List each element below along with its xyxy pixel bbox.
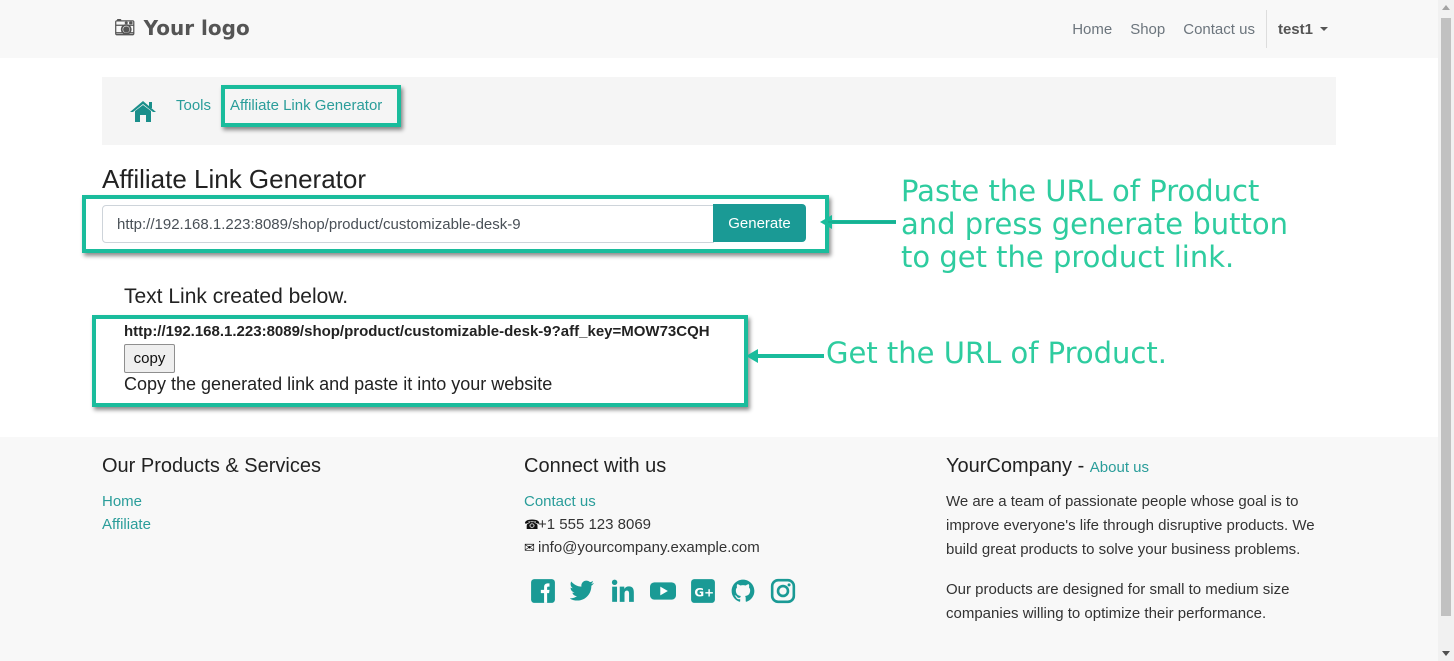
scroll-up-arrow-icon[interactable] [1442,5,1450,10]
copy-hint: Copy the generated link and paste it int… [124,374,553,394]
annotation-get: Get the URL of Product. [826,336,1167,370]
annotation-paste: Paste the URL of Product and press gener… [901,174,1288,274]
linkedin-icon[interactable] [610,578,636,604]
nav-home-link[interactable]: Home [1063,21,1121,38]
company-description: We are a team of passionate people whose… [946,493,1315,558]
scrollbar-thumb[interactable] [1441,18,1451,616]
breadcrumb-tools-link[interactable]: Tools [176,97,211,114]
top-navbar: 📷︎ Your logo Home Shop Contact us test1 [0,0,1438,58]
nav-divider [1265,10,1267,48]
copy-button[interactable]: copy [124,344,175,373]
breadcrumb: Tools Affiliate Link Generator [102,77,1336,145]
page-scrollbar[interactable] [1438,0,1454,661]
github-icon[interactable] [730,578,756,604]
nav-shop-link[interactable]: Shop [1121,21,1174,38]
phone-icon: ☎ [524,517,541,532]
generate-button[interactable]: Generate [713,204,806,242]
svg-text:G+: G+ [694,585,714,599]
footer-contact-link[interactable]: Contact us [524,490,760,513]
facebook-icon[interactable] [530,578,556,604]
scroll-down-arrow-icon[interactable] [1442,651,1450,656]
user-name: test1 [1277,20,1313,38]
google-plus-icon[interactable]: G+ [690,578,716,604]
footer-connect-title: Connect with us [524,455,667,477]
footer-products-title: Our Products & Services [102,455,321,477]
camera-icon: 📷︎ [114,18,136,38]
generated-link[interactable]: http://192.168.1.223:8089/shop/product/c… [124,323,710,340]
about-us-link[interactable]: About us [1090,459,1149,476]
instagram-icon[interactable] [770,578,796,604]
product-url-input[interactable] [102,205,714,243]
caret-down-icon [1320,27,1328,31]
youtube-icon[interactable] [650,578,676,604]
twitter-icon[interactable] [570,578,596,604]
nav-contact-link[interactable]: Contact us [1174,21,1264,38]
home-icon[interactable] [129,99,157,123]
social-links: G+ [530,578,796,604]
footer-connect: Connect with us Contact us ☎+1 555 123 8… [524,455,760,559]
footer-affiliate-link[interactable]: Affiliate [102,513,321,536]
nav-links: Home Shop Contact us test1 [1063,0,1328,58]
page-title: Affiliate Link Generator [102,164,366,194]
footer-phone: ☎+1 555 123 8069 [524,513,760,536]
result-heading: Text Link created below. [124,285,349,308]
envelope-icon: ✉ [524,540,535,555]
company-name: YourCompany [946,455,1073,477]
logo[interactable]: 📷︎ Your logo [114,16,250,40]
footer-products: Our Products & Services Home Affiliate [102,455,321,536]
logo-text: Your logo [143,16,250,40]
footer-company: YourCompany - About us We are a team of … [946,455,1336,642]
title-separator: - [1072,455,1090,477]
footer-email: ✉ info@yourcompany.example.com [524,536,760,559]
breadcrumb-current: Affiliate Link Generator [230,97,383,114]
user-menu[interactable]: test1 [1268,21,1328,38]
company-target: Our products are designed for small to m… [946,581,1290,622]
footer-company-title: YourCompany - About us [946,455,1336,478]
annotation-arrow [820,215,896,229]
phone-number: +1 555 123 8069 [538,516,652,533]
footer-home-link[interactable]: Home [102,490,321,513]
annotation-arrow [746,349,824,363]
email-address: info@yourcompany.example.com [538,539,760,556]
